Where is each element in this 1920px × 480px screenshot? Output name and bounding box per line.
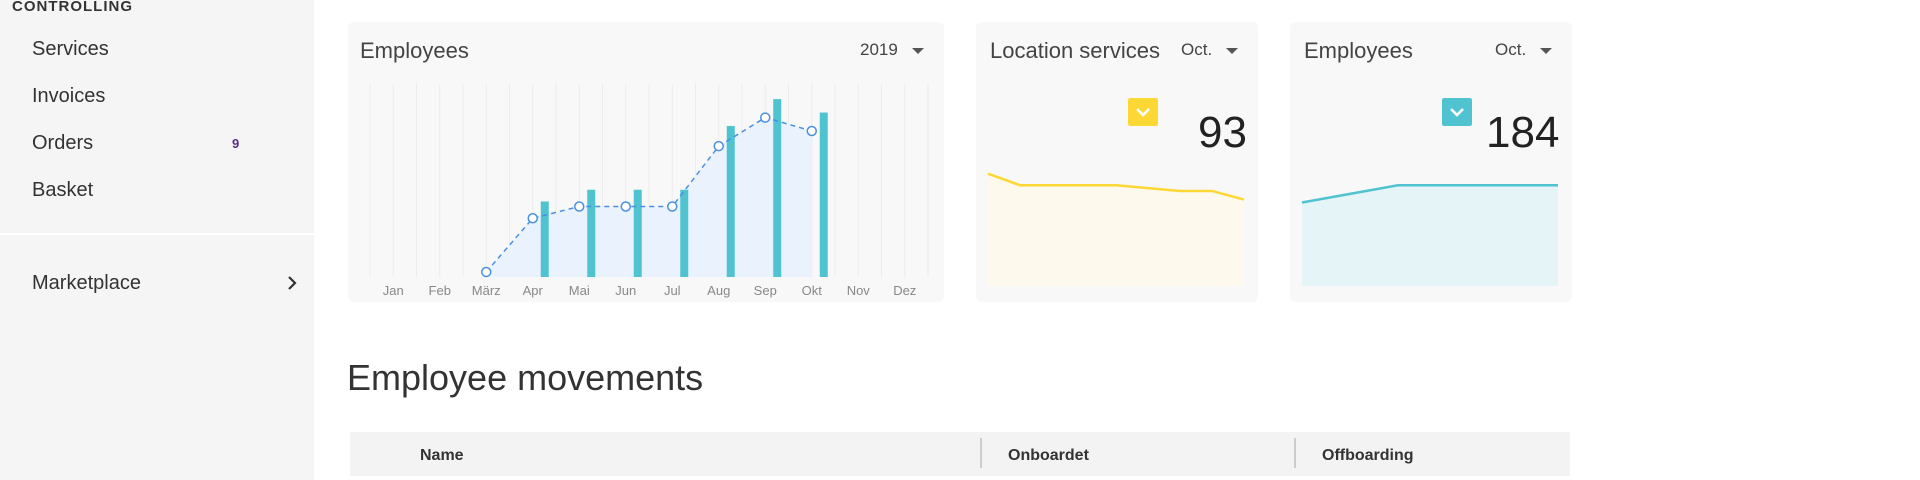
x-tick-label: Dez xyxy=(893,283,916,298)
trend-point xyxy=(574,201,585,212)
location-services-card: Location services Oct. 93 xyxy=(976,22,1258,302)
trend-point xyxy=(806,125,817,137)
sidebar-item-services[interactable]: Services xyxy=(32,38,109,61)
sidebar-item-orders[interactable]: Orders xyxy=(32,132,93,155)
x-tick-label: Mai xyxy=(569,283,590,298)
sidebar: CONTROLLING Services Invoices Orders 9 B… xyxy=(0,0,314,480)
trend-point xyxy=(713,140,724,152)
sparkline-area xyxy=(1302,185,1558,286)
trend-point xyxy=(481,266,492,278)
employee-movements-heading: Employee movements xyxy=(347,357,704,398)
x-tick-label: Aug xyxy=(707,283,730,298)
sidebar-divider xyxy=(0,233,314,235)
orders-count-badge: 9 xyxy=(232,136,240,151)
x-tick-label: Feb xyxy=(429,283,451,298)
trend-point xyxy=(620,201,631,212)
column-header-name[interactable]: Name xyxy=(420,447,464,465)
column-header-offboarding[interactable]: Offboarding xyxy=(1322,447,1414,465)
sidebar-section-title: CONTROLLING xyxy=(12,0,133,15)
employees-month-sparkline xyxy=(1301,183,1558,286)
sidebar-item-marketplace[interactable]: Marketplace xyxy=(32,272,141,295)
sidebar-item-basket[interactable]: Basket xyxy=(32,179,93,202)
bar-Mai xyxy=(587,189,596,277)
x-tick-label: Sep xyxy=(754,283,777,298)
x-tick-label: Okt xyxy=(802,283,823,298)
employees-bar-chart: Jan Feb März Apr Mai Jun Jul Aug Sep Okt Nov Dez xyxy=(369,84,929,298)
bar-Aug xyxy=(726,125,735,278)
bar-Sep xyxy=(773,99,782,278)
sidebar-item-invoices[interactable]: Invoices xyxy=(32,85,105,108)
trend-point xyxy=(667,201,678,212)
column-header-onboardet[interactable]: Onboardet xyxy=(1008,447,1089,465)
bar-Okt xyxy=(819,112,828,278)
x-tick-label: März xyxy=(472,283,501,298)
column-resize-handle[interactable] xyxy=(980,438,982,468)
column-resize-handle[interactable] xyxy=(1294,438,1296,468)
employees-year-card: Employees 2019 Jan Feb März Apr Mai Jun Jul Aug… xyxy=(348,22,944,302)
employees-month-card: Employees Oct. 184 xyxy=(1290,22,1572,302)
x-tick-label: Jan xyxy=(383,283,404,298)
bar-Jun xyxy=(633,189,642,277)
bar-Apr xyxy=(540,201,549,277)
x-tick-label: Jul xyxy=(664,283,681,298)
x-tick-label: Jun xyxy=(615,283,636,298)
x-tick-label: Apr xyxy=(523,283,544,298)
trend-point xyxy=(527,213,538,224)
chevron-right-icon[interactable] xyxy=(282,273,302,293)
location-services-sparkline xyxy=(987,172,1245,286)
table-header-row: Name Onboardet Offboarding xyxy=(350,432,1570,476)
x-tick-label: Nov xyxy=(847,283,871,298)
trend-point xyxy=(760,112,771,123)
bar-Jul xyxy=(680,189,689,277)
